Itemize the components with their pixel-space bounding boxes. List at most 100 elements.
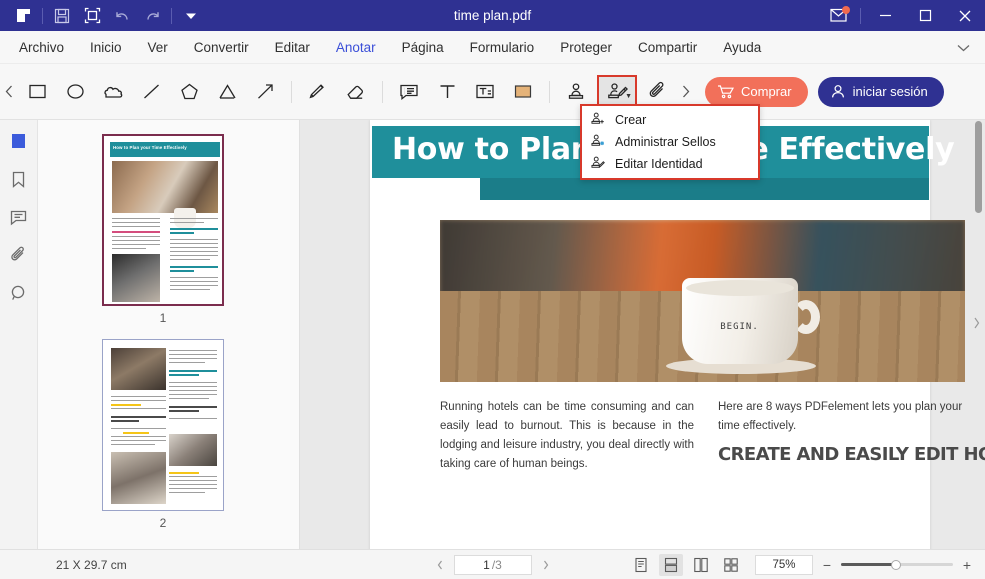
divider xyxy=(549,80,550,103)
minimize-button[interactable] xyxy=(865,0,905,31)
stamp-add-icon xyxy=(590,111,606,130)
text-tool[interactable] xyxy=(430,75,464,109)
arrow-tool[interactable] xyxy=(248,75,282,109)
zoom-out-button[interactable]: − xyxy=(819,557,835,573)
menu-item-archivo[interactable]: Archivo xyxy=(6,31,77,64)
app-logo-icon[interactable] xyxy=(8,0,38,31)
rectangle-tool[interactable] xyxy=(20,75,54,109)
zoom-level-input[interactable]: 75% xyxy=(755,554,813,575)
document-left-column: Running hotels can be time consuming and… xyxy=(440,401,694,470)
thumbnail-page-1[interactable]: How to Plan your Time Effectively 1 xyxy=(102,134,224,325)
document-photo: BEGIN. xyxy=(440,220,965,382)
document-viewer[interactable]: How to Plan your Time Effectively BEGIN.… xyxy=(300,120,985,549)
menu-item-convertir[interactable]: Convertir xyxy=(181,31,262,64)
page-number-input[interactable]: 1 /3 xyxy=(453,554,532,575)
toolbar-scroll-left-icon[interactable] xyxy=(0,64,18,120)
single-page-view-button[interactable] xyxy=(629,554,653,576)
sidebar-item-attachments[interactable] xyxy=(2,236,36,274)
menu-item-editar[interactable]: Editar xyxy=(262,31,323,64)
document-right-heading: CREATE AND EASILY EDIT HOTEL xyxy=(718,444,985,465)
collapse-right-panel-icon[interactable] xyxy=(972,315,981,331)
document-right-column: Here are 8 ways PDFelement lets you plan… xyxy=(718,401,963,432)
menu-item-formulario[interactable]: Formulario xyxy=(457,31,548,64)
sidebar-item-search[interactable] xyxy=(2,274,36,312)
maximize-button[interactable] xyxy=(905,0,945,31)
menu-item-pagina[interactable]: Página xyxy=(389,31,457,64)
zoom-slider-fill xyxy=(841,563,897,566)
divider xyxy=(171,7,172,24)
menu-item-ver[interactable]: Ver xyxy=(135,31,181,64)
title-bar: time plan.pdf xyxy=(0,0,985,31)
thumb-photo xyxy=(111,348,166,390)
polygon-tool[interactable] xyxy=(172,75,206,109)
annotate-toolbar: ▼ Comprar iniciar sesión xyxy=(0,64,985,120)
login-button-label: iniciar sesión xyxy=(852,84,928,99)
text-box-tool[interactable] xyxy=(468,75,502,109)
customize-quick-access-icon[interactable] xyxy=(176,0,206,31)
signature-dropdown-menu: Crear Administrar Sellos Editar Identida… xyxy=(580,104,760,180)
menu-item-ayuda[interactable]: Ayuda xyxy=(710,31,774,64)
zoom-slider[interactable] xyxy=(841,558,953,572)
menu-item-inicio[interactable]: Inicio xyxy=(77,31,135,64)
facing-view-button[interactable] xyxy=(689,554,713,576)
photo-mug: BEGIN. xyxy=(681,278,798,365)
line-tool[interactable] xyxy=(134,75,168,109)
thumbnail-page-preview: How to Plan your Time Effectively xyxy=(102,134,224,306)
pdf-editor-window: time plan.pdf Archivo Inicio Ver Convert… xyxy=(0,0,985,579)
side-rail xyxy=(0,120,38,549)
divider xyxy=(860,7,861,24)
viewer-scrollbar[interactable] xyxy=(975,121,982,213)
photo-mug-rim xyxy=(685,280,794,297)
menu-item-crear[interactable]: Crear xyxy=(582,109,758,131)
sidebar-item-comments[interactable] xyxy=(2,198,36,236)
stamp-edit-icon xyxy=(590,155,606,174)
buy-button-label: Comprar xyxy=(741,84,792,99)
redo-icon[interactable] xyxy=(137,0,167,31)
zoom-in-button[interactable]: + xyxy=(959,557,975,573)
thumb-photo-2 xyxy=(111,452,166,504)
document-page: How to Plan your Time Effectively BEGIN.… xyxy=(370,120,985,549)
previous-page-button[interactable] xyxy=(432,555,448,575)
thumbnail-panel[interactable]: How to Plan your Time Effectively 1 2 xyxy=(38,120,300,549)
notifications-mail-icon[interactable] xyxy=(822,0,856,31)
photo-mug-text: BEGIN. xyxy=(720,322,759,333)
menu-item-label: Crear xyxy=(615,113,647,127)
thumbnail-page-2[interactable]: 2 xyxy=(102,339,224,530)
chevron-down-icon[interactable]: ▼ xyxy=(625,93,632,100)
current-page-value: 1 xyxy=(483,557,490,572)
zoom-slider-knob[interactable] xyxy=(891,559,901,570)
highlighter-tool[interactable] xyxy=(301,75,335,109)
menu-item-anotar[interactable]: Anotar xyxy=(323,31,389,64)
continuous-view-button[interactable] xyxy=(659,553,683,576)
sidebar-item-bookmarks[interactable] xyxy=(2,160,36,198)
menu-bar: Archivo Inicio Ver Convertir Editar Anot… xyxy=(0,31,985,64)
sticky-note-tool[interactable] xyxy=(392,75,426,109)
buy-button[interactable]: Comprar xyxy=(705,76,808,107)
login-button[interactable]: iniciar sesión xyxy=(817,76,944,107)
status-bar: 21 X 29.7 cm 1 /3 75% − + xyxy=(0,549,985,579)
ellipse-tool[interactable] xyxy=(58,75,92,109)
save-icon[interactable] xyxy=(47,0,77,31)
facing-continuous-view-button[interactable] xyxy=(719,554,743,576)
close-button[interactable] xyxy=(945,0,985,31)
open-polygon-tool[interactable] xyxy=(210,75,244,109)
stamp-manage-icon xyxy=(590,133,606,152)
thumb-photo-2 xyxy=(112,254,160,302)
total-pages-value: /3 xyxy=(491,557,502,572)
quick-access-toolbar xyxy=(0,0,206,31)
document-title-band-secondary xyxy=(480,178,929,200)
menu-item-compartir[interactable]: Compartir xyxy=(625,31,710,64)
eraser-tool[interactable] xyxy=(339,75,373,109)
chevron-down-icon[interactable] xyxy=(951,31,975,64)
thumbnail-page-number: 2 xyxy=(159,516,167,530)
menu-item-label: Editar Identidad xyxy=(615,157,703,171)
fit-page-icon[interactable] xyxy=(77,0,107,31)
area-highlight-tool[interactable] xyxy=(506,75,540,109)
sidebar-item-thumbnails[interactable] xyxy=(2,122,36,160)
menu-item-administrar-sellos[interactable]: Administrar Sellos xyxy=(582,131,758,153)
menu-item-proteger[interactable]: Proteger xyxy=(547,31,625,64)
menu-item-editar-identidad[interactable]: Editar Identidad xyxy=(582,153,758,175)
next-page-button[interactable] xyxy=(538,555,554,575)
cloud-tool[interactable] xyxy=(96,75,130,109)
undo-icon[interactable] xyxy=(107,0,137,31)
